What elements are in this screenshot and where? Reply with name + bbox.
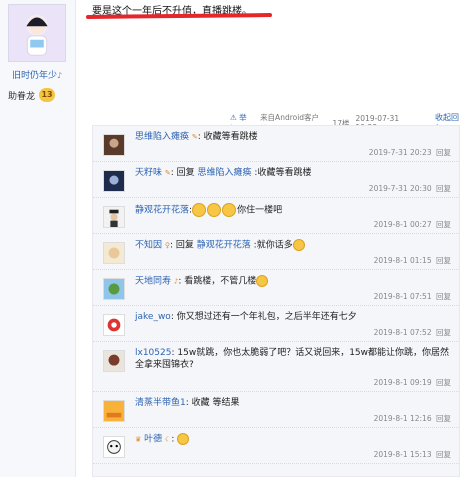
avatar[interactable] <box>103 206 125 228</box>
reply-username[interactable]: 叶德 <box>144 435 162 445</box>
user-badge-icon: ♀ <box>164 241 171 250</box>
reply-text: 你住一楼吧 <box>237 205 283 216</box>
avatar[interactable] <box>103 170 125 192</box>
author-username-text[interactable]: 旧时仍年少 <box>12 71 57 81</box>
reply-time: 2019-8-1 09:19 <box>373 378 432 387</box>
list-item: 天籽味 ✎: 回复 思维陷入瘫痪 :收藏等看跳楼 2019-7-31 20:30… <box>93 162 459 198</box>
avatar[interactable] <box>103 350 125 372</box>
list-item: ♛ 叶德 ☾: 2019-8-1 15:13 回复 <box>93 428 459 464</box>
reply-button[interactable]: 回复 <box>436 184 451 193</box>
rank-level-badge: 13 <box>39 88 56 102</box>
reply-username[interactable]: 静观花开花落 <box>135 206 189 216</box>
reply-time: 2019-8-1 07:51 <box>373 292 432 301</box>
reply-button[interactable]: 回复 <box>436 220 451 229</box>
avatar[interactable] <box>103 436 125 458</box>
reply-time: 2019-8-1 00:27 <box>373 220 432 229</box>
reply-button[interactable]: 回复 <box>436 256 451 265</box>
emoji-icon <box>177 433 190 445</box>
list-item: 清蒸半带鱼1: 收藏 等结果 2019-8-1 12:16 回复 <box>93 392 459 428</box>
list-item: 思维陷入瘫痪 ✎: 收藏等看跳楼 2019-7-31 20:23 回复 <box>93 126 459 162</box>
rank-label: 助眷龙 <box>8 91 36 102</box>
reply-button[interactable]: 回复 <box>436 450 451 459</box>
reply-username[interactable]: jake_wo <box>135 312 171 322</box>
list-item: 不知因 ♀: 回复 静观花开花落 :就你话多 2019-8-1 01:15 回复 <box>93 234 459 270</box>
emoji-icon <box>292 239 305 251</box>
author-username[interactable]: 旧时仍年少♪ <box>12 68 62 81</box>
avatar[interactable] <box>103 134 125 156</box>
reply-time: 2019-8-1 01:15 <box>373 256 432 265</box>
reply-username[interactable]: lx10525 <box>135 348 171 358</box>
list-item: 天地同寿 ♪: 看跳楼，不管几楼 2019-8-1 07:51 回复 <box>93 270 459 306</box>
reply-button[interactable]: 回复 <box>436 378 451 387</box>
author-sidebar: 旧时仍年少♪ 助眷龙 13 <box>0 0 76 477</box>
reply-button[interactable]: 回复 <box>436 328 451 337</box>
reply-text: 看跳楼，不管几楼 <box>184 276 257 287</box>
author-avatar[interactable] <box>8 4 66 62</box>
reply-time: 2019-8-1 07:52 <box>373 328 432 337</box>
avatar[interactable] <box>103 278 125 300</box>
moon-icon: ☾ <box>165 435 172 444</box>
user-badge-icon: ♛ <box>135 435 142 444</box>
avatar[interactable] <box>103 400 125 422</box>
reply-username[interactable]: 不知因 <box>135 241 162 251</box>
red-highlight-underline <box>85 13 273 19</box>
reply-username[interactable]: 清蒸半带鱼1 <box>135 398 186 408</box>
emoji-icon <box>207 203 222 217</box>
reply-list: 思维陷入瘫痪 ✎: 收藏等看跳楼 2019-7-31 20:23 回复 天籽味 … <box>92 125 460 477</box>
reply-username[interactable]: 天地同寿 <box>135 277 171 287</box>
list-item: lx10525: 15w就跳，你也太脆弱了吧？话又说回来，15w都能让你跳，你居… <box>93 342 459 392</box>
avatar[interactable] <box>103 314 125 336</box>
reply-username[interactable]: 思维陷入瘫痪 <box>135 132 189 142</box>
reply-text: 就你话多 <box>256 240 293 251</box>
reply-time: 2019-7-31 20:23 <box>368 148 432 157</box>
avatar-illustration-icon <box>9 5 65 61</box>
reply-text: 收藏 等结果 <box>191 398 240 408</box>
user-badge-icon: ✎ <box>164 169 171 177</box>
reply-button[interactable]: 回复 <box>436 292 451 301</box>
list-item: 静观花开花落: 你住一楼吧 2019-8-1 00:27 回复 <box>93 198 459 234</box>
username-suffix: ♪ <box>57 71 63 80</box>
emoji-icon <box>256 275 269 287</box>
list-item: jake_wo: 你又想过还有一个年礼包，之后半年还有七夕 2019-8-1 0… <box>93 306 459 342</box>
reply-text: 收藏等看跳楼 <box>257 168 312 178</box>
reply-to-username[interactable]: 思维陷入瘫痪 <box>198 168 252 178</box>
reply-username[interactable]: 天籽味 <box>135 168 162 178</box>
reply-to-username[interactable]: 静观花开花落 <box>197 241 251 251</box>
reply-time: 2019-8-1 12:16 <box>373 414 432 423</box>
reply-button[interactable]: 回复 <box>436 148 451 157</box>
reply-time: 2019-7-31 20:30 <box>368 184 432 193</box>
author-rank: 助眷龙 13 <box>8 88 56 102</box>
reply-button[interactable]: 回复 <box>436 414 451 423</box>
reply-time: 2019-8-1 15:13 <box>373 450 432 459</box>
reply-text: 收藏等看跳楼 <box>203 132 258 142</box>
user-badge-icon: ♪ <box>173 277 179 286</box>
reply-text: 你又想过还有一个年礼包，之后半年还有七夕 <box>176 312 357 322</box>
emoji-icon <box>222 203 237 217</box>
avatar[interactable] <box>103 242 125 264</box>
user-badge-icon: ✎ <box>191 133 198 141</box>
emoji-icon <box>192 203 207 217</box>
reply-text: 15w就跳，你也太脆弱了吧？话又说回来，15w都能让你跳，你居然全拿来囤锦衣? <box>135 348 450 370</box>
